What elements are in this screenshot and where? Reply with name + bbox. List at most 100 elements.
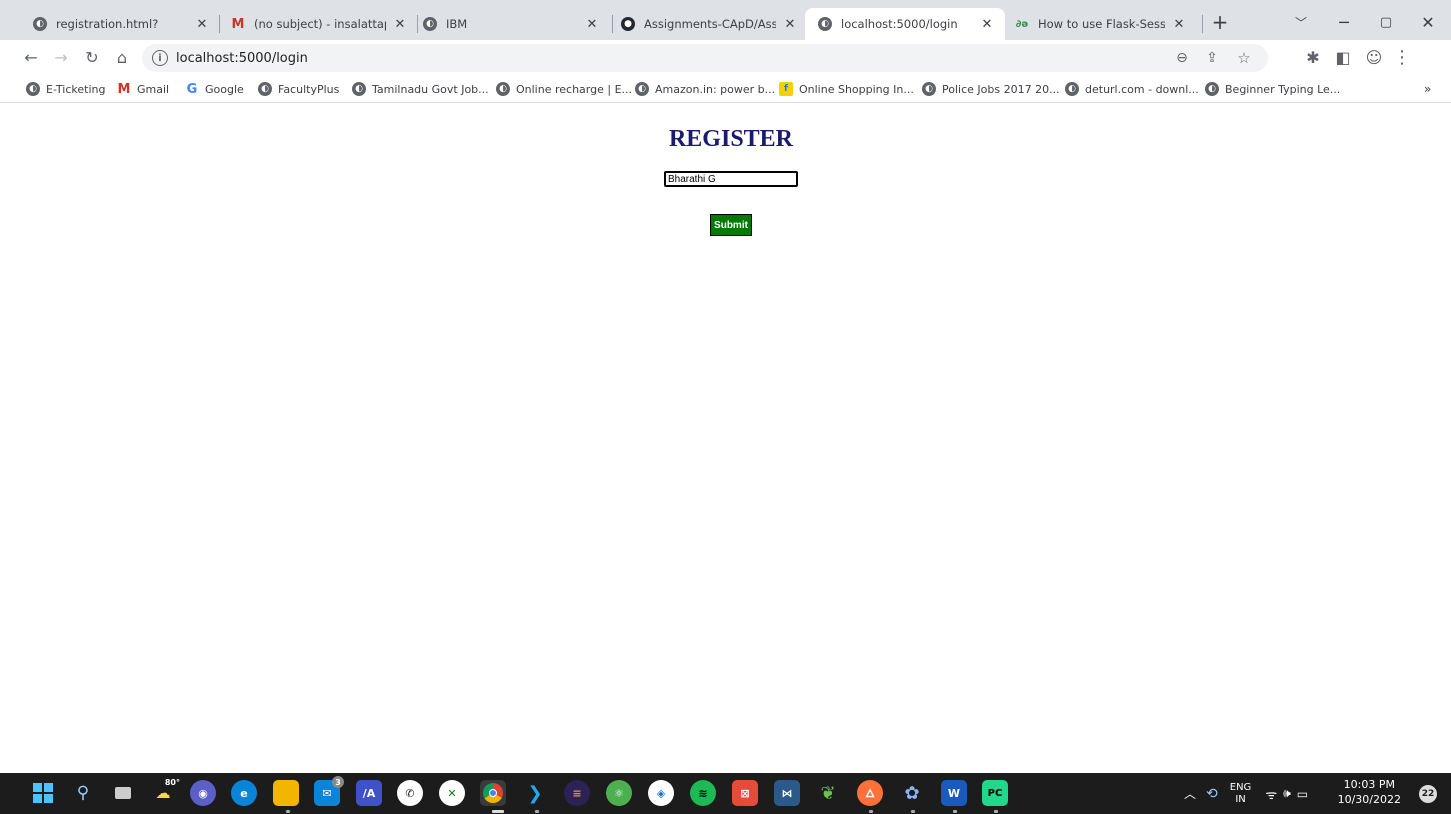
globe-icon: ◐ <box>1065 82 1079 96</box>
mail-icon[interactable]: ✉ 3 <box>314 776 344 806</box>
zoom-icon[interactable]: ⊖ <box>1170 44 1194 72</box>
home-icon[interactable]: ⌂ <box>109 44 135 70</box>
bookmark-star-icon[interactable]: ☆ <box>1232 44 1256 72</box>
bookmark-item[interactable]: M Gmail <box>117 80 170 98</box>
globe-icon: ◐ <box>1205 82 1219 96</box>
bookmark-label: Google <box>205 82 244 96</box>
bookmark-item[interactable]: G Google <box>185 80 244 98</box>
close-tab-icon[interactable]: ✕ <box>1171 16 1187 32</box>
bookmark-label: deturl.com - downl... <box>1085 82 1199 96</box>
name-input[interactable] <box>664 171 798 187</box>
minimize-window-icon[interactable]: ─ <box>1330 8 1358 36</box>
battery-icon[interactable]: ▭ <box>1297 787 1308 801</box>
tab-search-chevron-icon[interactable]: ﹀ <box>1287 8 1315 36</box>
tab-title: registration.html? <box>56 17 159 31</box>
running-indicator <box>911 810 915 813</box>
page-title: REGISTER <box>668 126 794 152</box>
menu-kebab-icon[interactable]: ⋮ <box>1389 44 1415 70</box>
search-icon[interactable]: ⚲ <box>70 780 96 806</box>
tab-ibm[interactable]: ◐ IBM ✕ <box>410 8 610 40</box>
paint-icon[interactable]: ✿ <box>899 780 925 806</box>
forward-arrow-icon[interactable]: → <box>48 44 74 70</box>
network-sync-icon[interactable]: ⟲ <box>1206 786 1218 802</box>
atom-icon[interactable]: ⚛ <box>606 780 632 806</box>
share-icon[interactable]: ⇪ <box>1200 44 1224 72</box>
teams-chat-icon[interactable]: ◉ <box>190 780 216 806</box>
close-tab-icon[interactable]: ✕ <box>584 16 600 32</box>
eclipse-icon[interactable]: ≡ <box>564 780 590 806</box>
browser-toolbar: ← → ↻ ⌂ i localhost:5000/login ⊖ ⇪ ☆ ✱ ◧… <box>0 40 1451 75</box>
bookmark-item[interactable]: ◐ Amazon.in: power b... <box>635 80 775 98</box>
pycharm-icon[interactable]: PC <box>982 780 1008 806</box>
tab-title: localhost:5000/login <box>841 17 958 31</box>
region-label: IN <box>1235 793 1246 805</box>
new-tab-button[interactable]: + <box>1206 8 1234 36</box>
more-bookmarks-chevron-icon[interactable]: » <box>1424 80 1431 98</box>
bookmark-item[interactable]: ◐ Beginner Typing Le... <box>1205 80 1340 98</box>
clock-date: 10/30/2022 <box>1337 793 1401 806</box>
weather-widget-icon[interactable]: ☁ 80° <box>150 778 181 806</box>
close-tab-icon[interactable]: ✕ <box>782 16 798 32</box>
app-launcher-icon[interactable]: /A <box>356 780 382 806</box>
bookmark-item[interactable]: ◐ Police Jobs 2017 20... <box>922 80 1060 98</box>
globe-icon: ◐ <box>635 82 649 96</box>
windows-start-icon[interactable] <box>30 780 56 806</box>
tab-localhost-login[interactable]: ◐ localhost:5000/login ✕ <box>805 8 1005 40</box>
address-url[interactable]: localhost:5000/login <box>176 51 308 66</box>
spotify-icon[interactable]: ≋ <box>690 780 716 806</box>
app-icon[interactable]: ◈ <box>648 780 674 806</box>
running-indicator <box>953 810 957 813</box>
clock[interactable]: 10:03 PM 10/30/2022 <box>1338 777 1401 807</box>
whatsapp-icon[interactable]: ✆ <box>397 780 423 806</box>
bookmark-item[interactable]: f Online Shopping In... <box>779 80 914 98</box>
bookmark-item[interactable]: ◐ FacultyPlus <box>258 80 339 98</box>
tab-title: IBM <box>446 17 468 31</box>
xampp-icon[interactable]: ⊠ <box>732 780 758 806</box>
close-window-icon[interactable]: ✕ <box>1414 8 1442 36</box>
volume-icon[interactable]: 🕪 <box>1283 786 1291 801</box>
bookmark-item[interactable]: ◐ Online recharge | E... <box>496 80 632 98</box>
tab-geeksforgeeks[interactable]: ∂ǝ How to use Flask-Session in ✕ <box>1002 8 1197 40</box>
firefox-icon[interactable]: 🜂 <box>857 780 883 806</box>
bookmark-item[interactable]: ◐ deturl.com - downl... <box>1065 80 1199 98</box>
running-indicator <box>994 810 998 813</box>
active-indicator <box>492 810 504 813</box>
tab-github[interactable]: ● Assignments-CApD/Assignm ✕ <box>608 8 808 40</box>
page-content: REGISTER Submit <box>0 104 1451 773</box>
submit-button[interactable]: Submit <box>710 214 752 236</box>
vscode-icon[interactable]: ❯ <box>522 780 548 806</box>
bookmark-label: FacultyPlus <box>278 82 340 96</box>
tab-gmail[interactable]: M (no subject) - insalattapriya ✕ <box>218 8 418 40</box>
gmail-icon: M <box>231 16 245 32</box>
close-tab-icon[interactable]: ✕ <box>392 16 408 32</box>
tab-registration[interactable]: ◐ registration.html? ✕ <box>20 8 220 40</box>
database-tool-icon[interactable]: ⋈ <box>774 780 800 806</box>
task-view-icon[interactable] <box>110 780 136 806</box>
tray-overflow-chevron-icon[interactable]: ︿ <box>1184 785 1196 802</box>
site-info-icon[interactable]: i <box>152 50 168 66</box>
bookmark-item[interactable]: ◐ Tamilnadu Govt Job... <box>352 80 489 98</box>
chrome-browser-icon[interactable] <box>480 780 506 806</box>
back-arrow-icon[interactable]: ← <box>18 44 44 70</box>
globe-icon: ◐ <box>817 16 833 32</box>
bookmark-item[interactable]: ◐ E-Ticketing <box>26 80 105 98</box>
wifi-icon[interactable]: ᯤ <box>1265 785 1277 803</box>
google-icon: G <box>186 81 198 97</box>
clock-time: 10:03 PM <box>1343 778 1395 791</box>
word-icon[interactable]: W <box>941 780 967 806</box>
close-tab-icon[interactable]: ✕ <box>979 16 995 32</box>
edge-browser-icon[interactable]: e <box>231 780 257 806</box>
close-tab-icon[interactable]: ✕ <box>194 16 210 32</box>
side-panel-icon[interactable]: ◧ <box>1330 44 1356 70</box>
language-indicator[interactable]: ENG IN <box>1230 782 1252 806</box>
profile-icon[interactable]: ☺ <box>1361 44 1387 70</box>
file-explorer-icon[interactable] <box>273 780 299 806</box>
spring-tool-icon[interactable]: ❦ <box>815 780 841 806</box>
restore-window-icon[interactable]: ▢ <box>1372 8 1400 36</box>
address-bar[interactable]: i localhost:5000/login ⊖ ⇪ ☆ <box>142 44 1268 72</box>
extensions-puzzle-icon[interactable]: ✱ <box>1300 44 1326 70</box>
bookmark-label: Online Shopping In... <box>799 82 914 96</box>
reload-icon[interactable]: ↻ <box>79 44 105 70</box>
xbox-icon[interactable]: ✕ <box>439 780 465 806</box>
notification-badge[interactable]: 22 <box>1419 785 1437 803</box>
